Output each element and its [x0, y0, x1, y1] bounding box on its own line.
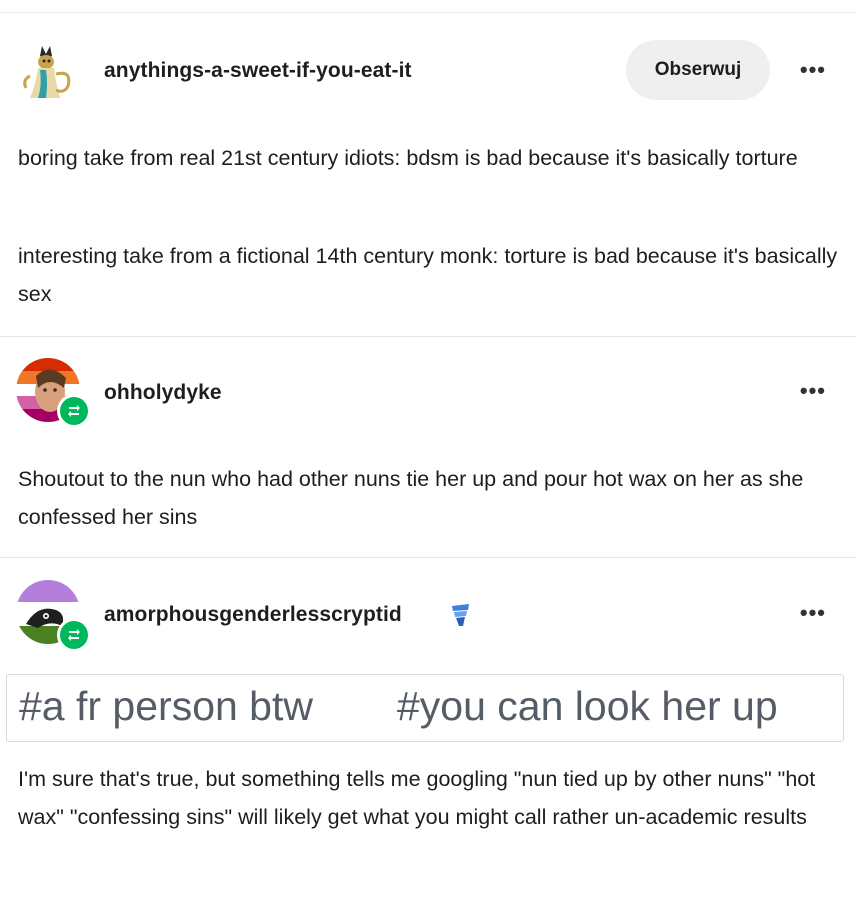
username[interactable]: amorphousgenderlesscryptid: [104, 603, 402, 627]
post-paragraph: Shoutout to the nun who had other nuns t…: [18, 467, 804, 529]
cat-sphinx-avatar-icon: [16, 40, 80, 104]
post-1: anythings-a-sweet-if-you-eat-it Obserwuj…: [0, 0, 856, 336]
post-paragraph: I'm sure that's true, but something tell…: [18, 767, 816, 829]
reblog-icon: [57, 394, 91, 428]
blue-checkmark-icon: [449, 602, 473, 633]
tags-bar: #a fr person btw #you can look her up: [6, 674, 844, 742]
post-paragraph: interesting take from a fictional 14th c…: [18, 244, 838, 306]
tumblr-thread: anythings-a-sweet-if-you-eat-it Obserwuj…: [0, 0, 856, 900]
reblog-icon: [57, 618, 91, 652]
follow-button[interactable]: Obserwuj: [626, 40, 770, 100]
username[interactable]: anythings-a-sweet-if-you-eat-it: [104, 59, 412, 83]
more-options-icon[interactable]: •••: [800, 378, 826, 404]
post-paragraph: boring take from real 21st century idiot…: [18, 146, 798, 170]
username[interactable]: ohholydyke: [104, 381, 222, 405]
tag[interactable]: #a fr person btw: [19, 683, 313, 730]
tag[interactable]: #you can look her up: [397, 683, 778, 730]
post-2: ohholydyke ••• Shoutout to the nun who h…: [0, 337, 856, 557]
avatar[interactable]: [16, 40, 80, 104]
more-options-icon[interactable]: •••: [800, 600, 826, 626]
more-options-icon[interactable]: •••: [800, 57, 826, 83]
